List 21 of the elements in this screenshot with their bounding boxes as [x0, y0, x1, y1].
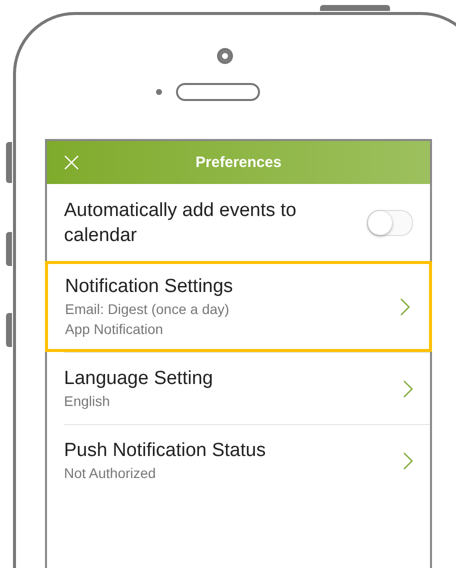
row-subtitle: App Notification [65, 320, 164, 339]
chevron-right-icon [403, 452, 413, 470]
row-title: Automatically add events to calendar [64, 198, 298, 248]
row-title: Push Notification Status [64, 439, 267, 463]
header-title: Preferences [196, 154, 282, 171]
row-subtitle: English [64, 392, 111, 411]
settings-row[interactable]: Push Notification Status Not Authorized [64, 424, 430, 496]
row-subtitle: Email: Digest (once a day) [65, 300, 230, 319]
sensor-icon [156, 89, 162, 95]
settings-row[interactable]: Language Setting English [64, 352, 430, 424]
settings-row[interactable]: Notification Settings Email: Digest (once a day) App Notification [45, 261, 432, 352]
camera-icon [217, 48, 233, 64]
speaker-icon [176, 83, 260, 101]
close-icon[interactable] [64, 155, 79, 170]
row-title: Language Setting [64, 367, 214, 391]
settings-row[interactable]: Automatically add events to calendar [64, 184, 430, 261]
chevron-right-icon [400, 298, 410, 316]
row-title: Notification Settings [65, 275, 234, 299]
chevron-right-icon [403, 380, 413, 398]
row-subtitle: Not Authorized [64, 464, 157, 483]
toggle-switch[interactable] [367, 210, 413, 236]
